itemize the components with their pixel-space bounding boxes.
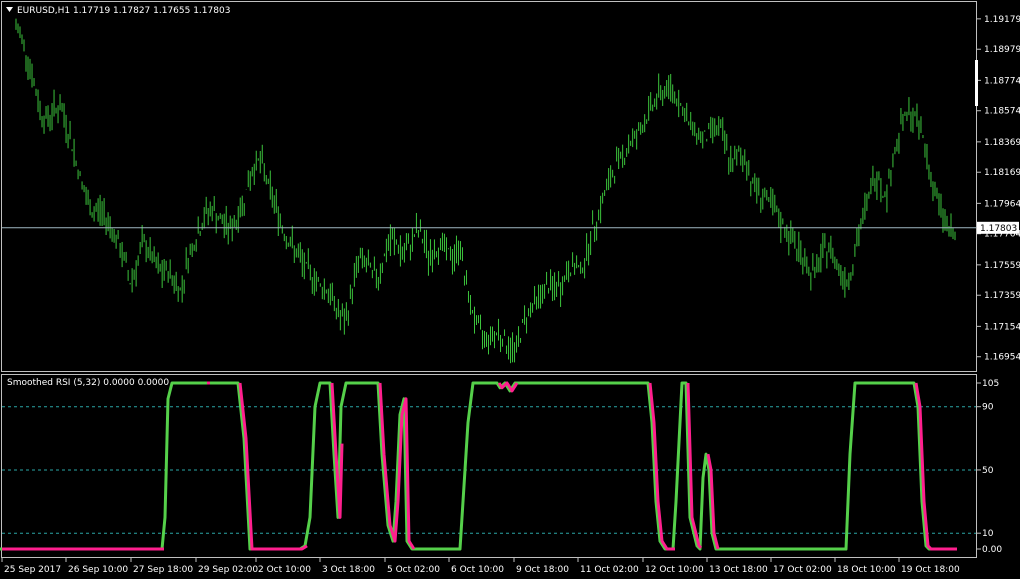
price-axis: 1.19179 1.18979 1.18774 1.18574 1.18369 1.181… [977, 15, 1020, 363]
price-tick-label: 1.17154 [984, 322, 1020, 332]
price-tick-label: 1.18774 [984, 76, 1020, 86]
rsi-axis: 105 90 50 10 0.00 [977, 379, 1002, 555]
time-tick-label: 17 Oct 02:00 [773, 565, 832, 575]
price-tick-label: 1.17559 [984, 261, 1020, 271]
price-tick-label: 1.18369 [984, 138, 1020, 148]
price-tick-label: 1.18574 [984, 107, 1020, 117]
rsi-tick-label: 10 [982, 529, 994, 539]
time-tick-label: 6 Oct 10:00 [451, 565, 504, 575]
price-panel-frame [1, 1, 977, 372]
price-candles [15, 18, 956, 364]
rsi-down-line [238, 382, 308, 551]
rsi-tick-label: 105 [982, 379, 999, 389]
rsi-tick-label: 50 [982, 466, 994, 476]
time-tick-label: 9 Oct 18:00 [516, 565, 569, 575]
time-tick-label: 18 Oct 10:00 [837, 565, 896, 575]
scroll-marker[interactable] [975, 60, 978, 106]
current-price-tag: 1.17803 [977, 221, 1019, 234]
rsi-panel-frame [1, 374, 977, 558]
price-tick-label: 1.17359 [984, 291, 1020, 301]
time-tick-label: 13 Oct 18:00 [709, 565, 768, 575]
rsi-down-line [914, 382, 958, 551]
rsi-up-line [0, 381, 955, 551]
time-tick-label: 19 Oct 18:00 [901, 565, 960, 575]
price-tick-label: 1.18979 [984, 45, 1020, 55]
time-tick-label: 25 Sep 2017 [4, 565, 61, 575]
current-price-value: 1.17803 [980, 224, 1017, 234]
rsi-lines [0, 381, 958, 551]
rsi-tick-label: 90 [982, 403, 994, 413]
indicator-header: Smoothed RSI (5,32) 0.0000 0.0000 [7, 378, 169, 388]
time-tick-label: 12 Oct 10:00 [645, 565, 704, 575]
time-tick-label: 2 Oct 10:00 [258, 565, 311, 575]
time-tick-label: 5 Oct 02:00 [387, 565, 440, 575]
symbol-header: EURUSD,H1 1.17719 1.17827 1.17655 1.1780… [17, 6, 230, 16]
chart-menu-triangle-icon[interactable] [6, 7, 13, 12]
time-axis: 25 Sep 2017 26 Sep 10:00 27 Sep 18:00 29 Se… [1, 558, 960, 575]
chart-canvas[interactable]: 1.19179 1.18979 1.18774 1.18574 1.18369 1.181… [0, 0, 1020, 579]
time-tick-label: 27 Sep 18:00 [133, 565, 193, 575]
price-tick-label: 1.16954 [984, 353, 1020, 363]
price-tick-label: 1.18169 [984, 168, 1020, 178]
rsi-tick-label: 0.00 [982, 545, 1002, 555]
price-tick-label: 1.17964 [984, 199, 1020, 209]
time-tick-label: 29 Sep 02:00 [198, 565, 258, 575]
time-tick-label: 26 Sep 10:00 [68, 565, 128, 575]
time-tick-label: 3 Oct 18:00 [322, 565, 375, 575]
price-tick-label: 1.19179 [984, 15, 1020, 25]
rsi-level-lines [2, 406, 976, 534]
time-tick-label: 11 Oct 02:00 [580, 565, 639, 575]
